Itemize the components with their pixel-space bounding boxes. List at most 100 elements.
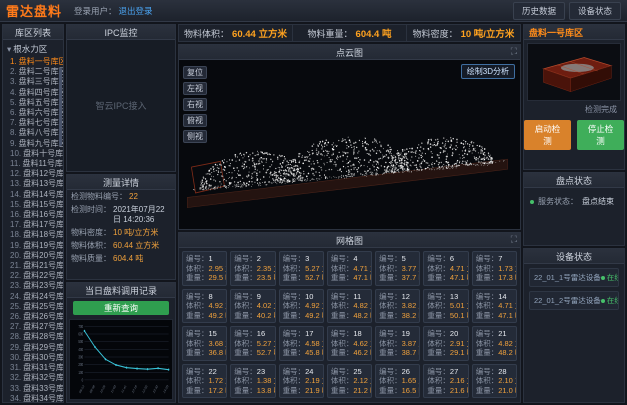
grid-cell[interactable]: 编号：17体积：4.58 立方米重量：45.8 吨 xyxy=(279,326,324,361)
warehouse-list-item[interactable]: 14.盘料14号库区 xyxy=(3,190,63,200)
svg-text:13:32: 13:32 xyxy=(152,384,159,395)
cell-line-no: 编号：12 xyxy=(379,292,416,302)
grid-cell[interactable]: 编号：11体积：4.82 立方米重量：48.2 吨 xyxy=(327,289,372,324)
grid-cell[interactable]: 编号：5体积：3.77 立方米重量：37.7 吨 xyxy=(375,251,420,286)
warehouse-list-item[interactable]: 8.盘料八号库区 xyxy=(3,128,63,138)
warehouse-list-item[interactable]: 31.盘料31号库区 xyxy=(3,363,63,373)
grid-cell[interactable]: 编号：24体积：2.19 立方米重量：21.9 吨 xyxy=(279,364,324,399)
cell-label: 体积： xyxy=(427,264,450,273)
warehouse-list-item[interactable]: 12.盘料12号库区 xyxy=(3,169,63,179)
grid-cell[interactable]: 编号：23体积：1.38 立方米重量：13.8 吨 xyxy=(230,364,275,399)
warehouse-list-item[interactable]: 1.盘料一号库区 xyxy=(3,57,63,67)
warehouse-list-item[interactable]: 33.盘料33号库区 xyxy=(3,384,63,394)
grid-cell[interactable]: 编号：2体积：2.35 立方米重量：23.5 吨 xyxy=(230,251,275,286)
warehouse-list-item[interactable]: 4.盘料四号库区 xyxy=(3,88,63,98)
analysis-3d-button[interactable]: 绘制3D分析 xyxy=(461,64,515,79)
warehouse-list-item[interactable]: 13.盘料13号库区 xyxy=(3,179,63,189)
view-button[interactable]: 左视 xyxy=(183,82,207,95)
grid-cell[interactable]: 编号：27体积：2.16 立方米重量：21.6 吨 xyxy=(423,364,468,399)
warehouse-list-item[interactable]: 16.盘料16号库区 xyxy=(3,210,63,220)
view-button[interactable]: 复位 xyxy=(183,66,207,79)
history-data-button[interactable]: 历史数据 xyxy=(513,2,565,20)
view-button[interactable]: 右视 xyxy=(183,98,207,111)
grid-cell[interactable]: 编号：28体积：2.10 立方米重量：21.0 吨 xyxy=(472,364,517,399)
list-index: 25. xyxy=(10,302,21,311)
warehouse-list-item[interactable]: 29.盘料29号库区 xyxy=(3,343,63,353)
warehouse-list-item[interactable]: 23.盘料23号库区 xyxy=(3,281,63,291)
grid-cell[interactable]: 编号：9体积：4.02 立方米重量：40.2 吨 xyxy=(230,289,275,324)
cell-label: 编号： xyxy=(283,367,306,376)
warehouse-list-item[interactable]: 22.盘料22号库区 xyxy=(3,271,63,281)
view-button[interactable]: 俯视 xyxy=(183,114,207,127)
warehouse-list-item[interactable]: 17.盘料17号库区 xyxy=(3,220,63,230)
zone-title: 盘料一号库区 xyxy=(529,26,583,39)
start-detect-button[interactable]: 启动检测 xyxy=(524,120,571,150)
grid-cell[interactable]: 编号：7体积：1.73 立方米重量：17.3 吨 xyxy=(472,251,517,286)
warehouse-list-item[interactable]: 18.盘料18号库区 xyxy=(3,230,63,240)
grid-cell[interactable]: 编号：15体积：3.68 立方米重量：36.8 吨 xyxy=(182,326,227,361)
cell-label: 编号： xyxy=(234,367,257,376)
grid-cell[interactable]: 编号：12体积：3.82 立方米重量：38.2 吨 xyxy=(375,289,420,324)
grid-cell[interactable]: 编号：10体积：4.92 立方米重量：49.2 吨 xyxy=(279,289,324,324)
grid-cell[interactable]: 编号：20体积：2.91 立方米重量：29.1 吨 xyxy=(423,326,468,361)
grid-cell[interactable]: 编号：25体积：2.12 立方米重量：21.2 吨 xyxy=(327,364,372,399)
warehouse-list-item[interactable]: 2.盘料二号库区 xyxy=(3,67,63,77)
grid-cell[interactable]: 编号：4体积：4.71 立方米重量：47.1 吨 xyxy=(327,251,372,286)
warehouse-list-item[interactable]: 6.盘料六号库区 xyxy=(3,108,63,118)
list-index: 33. xyxy=(10,384,21,393)
grid-cell[interactable]: 编号：26体积：1.65 立方米重量：16.5 吨 xyxy=(375,364,420,399)
grid-cell[interactable]: 编号：3体积：5.27 立方米重量：52.7 吨 xyxy=(279,251,324,286)
cell-line-weight: 重量：49.2 吨 xyxy=(283,311,320,321)
scrollbar-thumb[interactable] xyxy=(59,68,62,146)
warehouse-list-item[interactable]: 24.盘料24号库区 xyxy=(3,292,63,302)
grid-cell[interactable]: 编号：8体积：4.92 立方米重量：49.2 吨 xyxy=(182,289,227,324)
warehouse-list-item[interactable]: 15.盘料15号库区 xyxy=(3,200,63,210)
warehouse-list-item[interactable]: 5.盘料五号库区 xyxy=(3,98,63,108)
warehouse-list-item[interactable]: 25.盘料25号库区 xyxy=(3,302,63,312)
warehouse-list-item[interactable]: 7.盘料七号库区 xyxy=(3,118,63,128)
grid-cell[interactable]: 编号：18体积：4.62 立方米重量：46.2 吨 xyxy=(327,326,372,361)
stat-label: 物料密度： xyxy=(413,27,458,40)
grid-cell[interactable]: 编号：21体积：4.82 立方米重量：48.2 吨 xyxy=(472,326,517,361)
device-status-button[interactable]: 设备状态 xyxy=(569,2,621,20)
warehouse-list-item[interactable]: 10.盘料十号库区 xyxy=(3,149,63,159)
warehouse-list-item[interactable]: 9.盘料九号库区 xyxy=(3,139,63,149)
cell-value: 17 xyxy=(305,329,313,338)
warehouse-list-item[interactable]: 11.盘料11号库区 xyxy=(3,159,63,169)
daily-chart-area: 010020030040050060070009:1209:4810:2611:… xyxy=(69,319,173,400)
cell-line-no: 编号：20 xyxy=(427,329,464,339)
warehouse-list-item[interactable]: 26.盘料26号库区 xyxy=(3,312,63,322)
warehouse-list-item[interactable]: 32.盘料32号库区 xyxy=(3,373,63,383)
grid-cell[interactable]: 编号：19体积：3.87 立方米重量：38.7 吨 xyxy=(375,326,420,361)
grid-cell[interactable]: 编号：22体积：1.72 立方米重量：17.2 吨 xyxy=(182,364,227,399)
warehouse-list-item[interactable]: 19.盘料19号库区 xyxy=(3,241,63,251)
view-button[interactable]: 侧视 xyxy=(183,130,207,143)
warehouse-list-item[interactable]: 28.盘料28号库区 xyxy=(3,332,63,342)
cell-value: 21.0 吨 xyxy=(498,386,517,395)
expand-icon[interactable]: ⛶ xyxy=(511,234,517,245)
warehouse-list-item[interactable]: 20.盘料20号库区 xyxy=(3,251,63,261)
warehouse-list-item[interactable]: 3.盘料三号库区 xyxy=(3,77,63,87)
warehouse-tree-root[interactable]: ▾根水力区 xyxy=(3,40,63,57)
expand-icon[interactable]: ⛶ xyxy=(511,46,517,57)
grid-cell[interactable]: 编号：14体积：4.71 立方米重量：47.1 吨 xyxy=(472,289,517,324)
cell-line-no: 编号：17 xyxy=(283,329,320,339)
stop-detect-button[interactable]: 停止检测 xyxy=(577,120,624,150)
logout-link[interactable]: 退出登录 xyxy=(119,5,153,17)
grid-cell[interactable]: 编号：6体积：4.71 立方米重量：47.1 吨 xyxy=(423,251,468,286)
cell-label: 重量： xyxy=(427,348,450,357)
cell-line-weight: 重量：48.2 吨 xyxy=(476,348,513,358)
warehouse-list-item[interactable]: 27.盘料27号库区 xyxy=(3,322,63,332)
warehouse-list-item[interactable]: 21.盘料21号库区 xyxy=(3,261,63,271)
cell-value: 16.5 吨 xyxy=(402,386,421,395)
requery-button[interactable]: 重新查询 xyxy=(73,301,168,315)
pointcloud-canvas[interactable] xyxy=(179,60,520,229)
list-index: 26. xyxy=(10,312,21,321)
grid-cell[interactable]: 编号：1体积：2.95 立方米重量：29.5 吨 xyxy=(182,251,227,286)
cell-label: 体积： xyxy=(427,339,450,348)
grid-cell[interactable]: 编号：13体积：5.01 立方米重量：50.1 吨 xyxy=(423,289,468,324)
warehouse-list-item[interactable]: 34.盘料34号库区 xyxy=(3,394,63,402)
list-index: 19. xyxy=(10,241,21,250)
warehouse-list-item[interactable]: 30.盘料30号库区 xyxy=(3,353,63,363)
grid-cell[interactable]: 编号：16体积：5.27 立方米重量：52.7 吨 xyxy=(230,326,275,361)
